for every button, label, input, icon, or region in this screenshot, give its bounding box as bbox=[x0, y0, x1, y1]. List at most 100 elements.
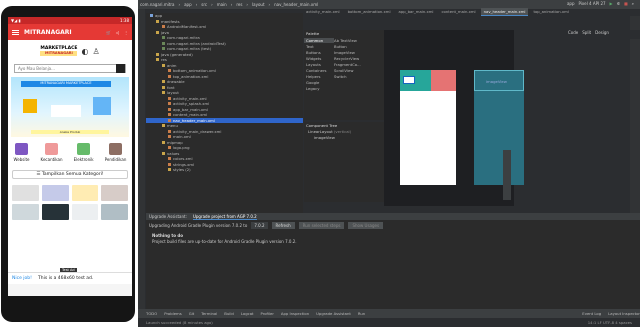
palette-widget[interactable]: Ab TextView bbox=[334, 38, 357, 43]
device-selector[interactable]: Pixel 4 API 27 bbox=[579, 1, 606, 6]
breadcrumb-item[interactable]: nav_header_main.xml bbox=[274, 2, 318, 7]
file-icon bbox=[162, 91, 165, 95]
product-thumb[interactable] bbox=[71, 185, 99, 201]
palette-widget[interactable]: RecyclerView bbox=[334, 56, 359, 61]
stop-icon[interactable]: ■ bbox=[624, 1, 628, 6]
product-thumb[interactable] bbox=[12, 204, 39, 220]
product-thumb[interactable] bbox=[71, 204, 99, 220]
tool-window-button[interactable]: Layout Inspector bbox=[608, 311, 640, 316]
account-icon[interactable]: ♙ bbox=[92, 47, 99, 56]
search-icon[interactable]: ⌕ bbox=[632, 1, 634, 6]
run-config[interactable]: app bbox=[567, 1, 575, 6]
palette-category[interactable]: Layouts bbox=[304, 62, 334, 67]
tool-window-button[interactable]: App Inspection bbox=[281, 311, 309, 316]
editor-tab[interactable]: top_animation.xml bbox=[530, 8, 571, 16]
tool-window-button[interactable]: Upgrade Assistant bbox=[316, 311, 351, 316]
show-all-categories-button[interactable]: ☰ Tampilkan Semua Kategori! bbox=[12, 170, 128, 179]
product-thumb[interactable] bbox=[12, 185, 39, 201]
banner-subtitle: Aneka Produk bbox=[31, 130, 109, 134]
tool-window-button[interactable]: Run bbox=[358, 311, 365, 316]
palette-category[interactable]: Helpers bbox=[304, 74, 334, 79]
editor-tab[interactable]: content_main.xml bbox=[438, 8, 478, 16]
search-button[interactable] bbox=[116, 64, 125, 73]
footer-text: Launch succeeded (8 minutes ago) bbox=[146, 320, 213, 325]
file-icon bbox=[168, 74, 171, 78]
project-tree-label: values bbox=[167, 150, 180, 156]
project-tree-label: res bbox=[161, 57, 167, 63]
tool-window-button[interactable]: Event Log bbox=[582, 311, 601, 316]
product-thumb[interactable] bbox=[101, 185, 128, 201]
bottom-tab[interactable]: Upgrade project from AGP 7.0.2 bbox=[192, 214, 257, 220]
upgrade-line: Upgrading Android Gradle Plugin version … bbox=[146, 220, 640, 230]
tool-window-button[interactable]: Terminal bbox=[201, 311, 217, 316]
category-kecantikan[interactable]: Kecantikan bbox=[41, 143, 63, 162]
show-usages-button[interactable]: Show Usages bbox=[348, 221, 384, 229]
palette-widget[interactable]: ScrollView bbox=[334, 68, 353, 73]
palette-widget[interactable]: Switch bbox=[334, 74, 347, 79]
breadcrumb-item[interactable]: com.nagari.mitra bbox=[140, 2, 175, 7]
palette-row[interactable]: Legacy bbox=[304, 85, 384, 91]
palette-category[interactable]: Containers bbox=[304, 68, 334, 73]
search-input[interactable]: Ayo Mau Belanja... bbox=[18, 66, 55, 71]
tool-window-button[interactable]: TODO bbox=[146, 311, 157, 316]
palette-category[interactable]: Google bbox=[304, 80, 334, 85]
run-icon[interactable]: ▶ bbox=[610, 1, 613, 6]
component-child[interactable]: imageView bbox=[304, 134, 384, 140]
palette-category[interactable]: Legacy bbox=[304, 86, 334, 91]
product-thumb[interactable] bbox=[41, 204, 69, 220]
share-icon[interactable]: ◁ bbox=[116, 30, 119, 35]
view-mode-button[interactable]: Design bbox=[595, 30, 609, 35]
view-mode-button[interactable]: Code bbox=[568, 30, 578, 35]
project-tree-label: layout bbox=[167, 90, 179, 96]
product-thumb[interactable] bbox=[101, 204, 128, 220]
banner-laptop-icon bbox=[51, 105, 81, 117]
tool-window-button[interactable]: Problems bbox=[164, 311, 182, 316]
palette-widget[interactable]: FragmentCo... bbox=[334, 62, 361, 67]
more-icon[interactable]: ⋮ bbox=[124, 30, 128, 35]
file-icon bbox=[168, 113, 171, 117]
view-mode-button[interactable]: Split bbox=[582, 30, 591, 35]
project-tree-item[interactable]: styles (2) bbox=[146, 167, 303, 173]
category-pendidikan[interactable]: Pendidikan bbox=[105, 143, 126, 162]
debug-icon[interactable]: ✲ bbox=[617, 1, 620, 6]
editor-tab[interactable]: nav_header_main.xml bbox=[480, 8, 529, 16]
palette-widget[interactable]: ImageView bbox=[334, 50, 355, 55]
breadcrumb-item[interactable]: layout bbox=[252, 2, 264, 7]
palette-widget[interactable]: Button bbox=[334, 44, 347, 49]
blueprint-preview[interactable]: imageView bbox=[474, 70, 524, 185]
tool-window-button[interactable]: Build bbox=[224, 311, 234, 316]
breadcrumb-item[interactable]: src bbox=[201, 2, 207, 7]
cart-icon[interactable]: 🛒 bbox=[106, 30, 111, 35]
run-selected-steps-button[interactable]: Run selected steps bbox=[298, 221, 345, 229]
project-tree-label: nav_header_main.xml bbox=[173, 117, 215, 123]
palette-category[interactable]: Text bbox=[304, 44, 334, 49]
palette-category[interactable]: Buttons bbox=[304, 50, 334, 55]
tool-window-button[interactable]: Profiler bbox=[261, 311, 274, 316]
product-thumb[interactable] bbox=[41, 185, 69, 201]
tool-window-button[interactable]: Logcat bbox=[241, 311, 254, 316]
ad-banner[interactable]: Nice job! This is a 468x60 test ad. bbox=[8, 272, 132, 284]
zoom-controls[interactable] bbox=[503, 150, 511, 200]
cart-badge-icon[interactable]: ◐ bbox=[81, 47, 88, 56]
breadcrumb-item[interactable]: res bbox=[236, 2, 242, 7]
promo-banner[interactable]: MITRANAGARI MARKETPLACE Aneka Produk bbox=[11, 77, 129, 137]
category-elektronik[interactable]: Elektronik bbox=[74, 143, 94, 162]
breadcrumb-separator: › bbox=[211, 2, 213, 7]
search-bar[interactable]: Ayo Mau Belanja... bbox=[14, 64, 126, 73]
version-select[interactable]: 7.0.2 bbox=[251, 221, 268, 229]
breadcrumb-item[interactable]: main bbox=[217, 2, 227, 7]
project-tree-label: java bbox=[161, 29, 169, 35]
category-website[interactable]: Website bbox=[14, 143, 29, 162]
palette-category[interactable]: Widgets bbox=[304, 56, 334, 61]
project-tree-label: menu bbox=[167, 123, 178, 129]
editor-tab[interactable]: app_bar_main.xml bbox=[396, 8, 437, 16]
design-preview[interactable] bbox=[400, 70, 456, 185]
editor-tab[interactable]: activity_main.xml bbox=[303, 8, 343, 16]
project-tree-label: com.nagari.mitra (androidTest) bbox=[167, 40, 226, 46]
breadcrumb-item[interactable]: app bbox=[184, 2, 192, 7]
palette-category[interactable]: Common bbox=[304, 37, 334, 43]
tool-window-button[interactable]: Git bbox=[189, 311, 195, 316]
menu-icon[interactable] bbox=[12, 29, 19, 35]
refresh-button[interactable]: Refresh bbox=[271, 221, 295, 229]
editor-tab[interactable]: bottom_animation.xml bbox=[345, 8, 394, 16]
